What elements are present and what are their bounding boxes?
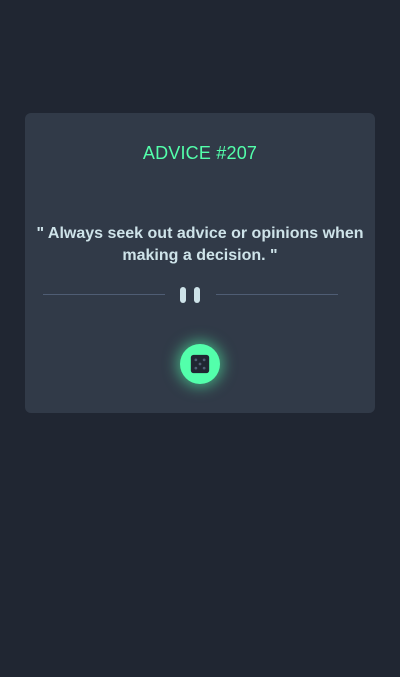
divider-line-right (216, 294, 338, 295)
divider-line-left (43, 294, 165, 295)
advice-quote: " Always seek out advice or opinions whe… (36, 225, 364, 264)
advice-id: ADVICE #207 (142, 143, 258, 163)
new-advice-button[interactable] (180, 344, 220, 384)
pattern-divider (43, 284, 338, 304)
advice-card: ADVICE #207 " Always seek out advice or … (25, 113, 375, 413)
pause-icon (180, 287, 202, 303)
dice-icon (190, 354, 210, 374)
